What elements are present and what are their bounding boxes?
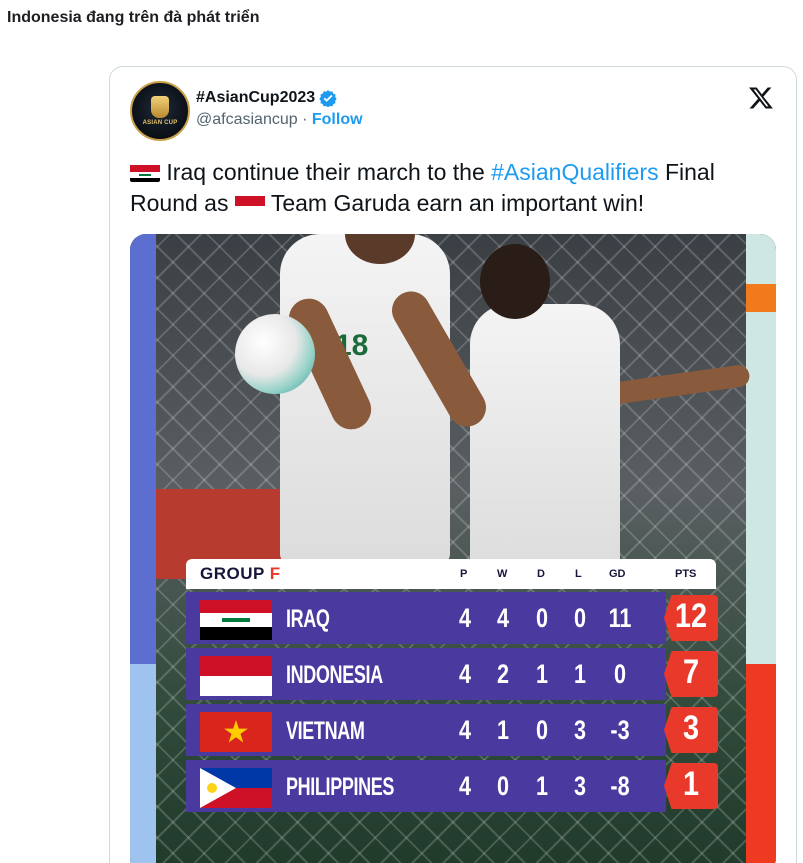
stat-d: 0 — [535, 603, 549, 633]
tweet-text: Iraq continue their march to the #AsianQ… — [130, 159, 715, 216]
stat-l: 3 — [573, 771, 587, 801]
player-jersey — [470, 304, 620, 574]
follow-button[interactable]: Follow — [312, 111, 363, 128]
stat-d: 1 — [535, 659, 549, 689]
stat-p: 4 — [458, 603, 472, 633]
hashtag-link[interactable]: #AsianQualifiers — [491, 159, 658, 185]
stat-l: 0 — [573, 603, 587, 633]
indonesia-flag-icon — [234, 193, 265, 213]
standings-header: GROUP F P W D L GD PTS — [186, 559, 716, 589]
embedded-tweet[interactable]: ASIAN CUP #AsianCup2023 @afcasiancup · F… — [109, 66, 797, 863]
stat-d: 1 — [535, 771, 549, 801]
stat-pts: 12 — [674, 597, 708, 635]
col-header-pts: PTS — [675, 568, 697, 580]
stat-gd: 11 — [608, 603, 632, 633]
post-title: Indonesia đang trên đà phát triển — [7, 9, 260, 26]
stat-w: 0 — [496, 771, 510, 801]
decor-strip — [746, 284, 776, 312]
stat-pts: 7 — [682, 653, 700, 691]
standings-table: GROUP F P W D L GD PTS IRAQ 4 4 0 0 11 1… — [186, 559, 746, 817]
philippines-flag-icon — [200, 768, 272, 808]
stat-pts: 3 — [682, 709, 700, 747]
col-header-d: D — [537, 568, 545, 580]
stat-p: 4 — [458, 659, 472, 689]
stat-w: 4 — [496, 603, 510, 633]
stat-p: 4 — [458, 715, 472, 745]
indonesia-flag-icon — [200, 656, 272, 696]
table-row: IRAQ 4 4 0 0 11 12 — [186, 592, 746, 644]
group-title: GROUP F — [200, 564, 281, 583]
stat-l: 1 — [573, 659, 587, 689]
col-header-p: P — [460, 568, 468, 580]
stat-gd: -3 — [610, 715, 630, 745]
team-name: VIETNAM — [286, 717, 365, 745]
tweet-author: #AsianCup2023 @afcasiancup · Follow — [196, 89, 363, 129]
handle[interactable]: @afcasiancup — [196, 111, 298, 128]
stat-p: 4 — [458, 771, 472, 801]
avatar-text: ASIAN CUP — [142, 120, 178, 126]
stat-w: 1 — [496, 715, 510, 745]
avatar[interactable]: ASIAN CUP — [130, 81, 190, 141]
iraq-flag-icon — [130, 162, 160, 182]
vietnam-flag-icon — [200, 712, 272, 752]
stat-w: 2 — [496, 659, 510, 689]
col-header-gd: GD — [609, 568, 626, 580]
football — [235, 314, 315, 394]
table-row: INDONESIA 4 2 1 1 0 7 — [186, 648, 746, 700]
iraq-flag-icon — [200, 600, 272, 640]
separator: · — [302, 111, 308, 128]
col-header-w: W — [497, 568, 508, 580]
display-name[interactable]: #AsianCup2023 — [196, 89, 315, 107]
decor-strip — [130, 664, 156, 863]
x-logo-icon[interactable] — [748, 85, 774, 111]
tweet-media-image[interactable]: 18 GROUP F P W D L GD PTS IRAQ 4 4 0 0 1… — [130, 234, 776, 863]
stat-l: 3 — [573, 715, 587, 745]
stat-pts: 1 — [682, 765, 700, 803]
team-name: INDONESIA — [286, 661, 383, 689]
stat-gd: -8 — [610, 771, 630, 801]
stat-d: 0 — [535, 715, 549, 745]
player-head — [480, 244, 550, 319]
stat-gd: 0 — [613, 659, 627, 689]
col-header-l: L — [575, 568, 582, 580]
decor-strip — [746, 664, 776, 863]
table-row: PHILIPPINES 4 0 1 3 -8 1 — [186, 760, 746, 812]
table-row: VIETNAM 4 1 0 3 -3 3 — [186, 704, 746, 756]
team-name: PHILIPPINES — [286, 773, 395, 801]
verified-badge-icon — [319, 90, 337, 107]
team-name: IRAQ — [286, 605, 330, 633]
trophy-icon — [151, 96, 169, 118]
